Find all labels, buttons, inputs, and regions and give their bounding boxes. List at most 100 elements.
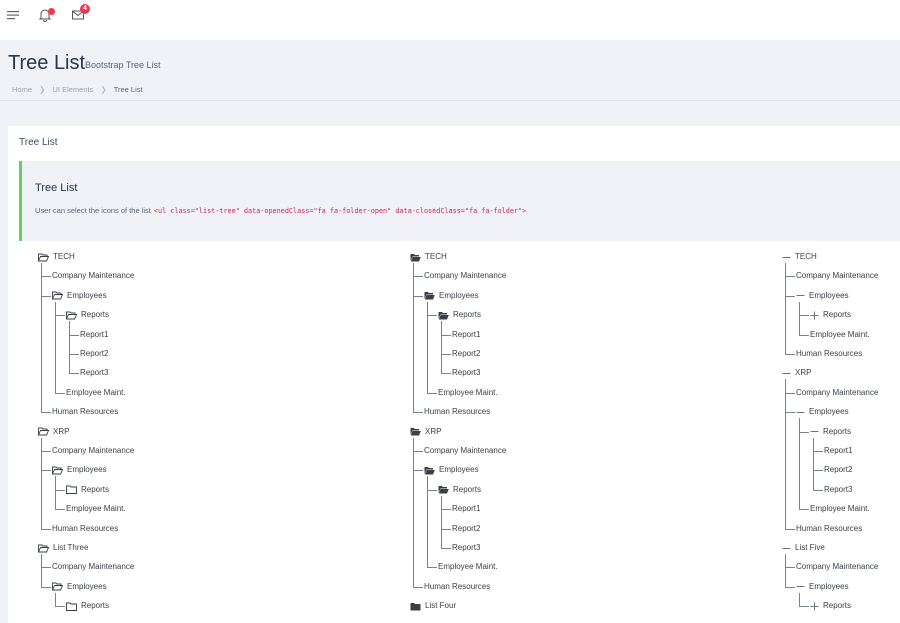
folder-open-icon[interactable] <box>52 466 67 475</box>
tree-node-xrp[interactable]: XRP <box>38 426 69 438</box>
folder-open-icon[interactable] <box>410 427 425 436</box>
tree-node-label: Employee Maint. <box>66 504 126 514</box>
breadcrumb-ui-elements[interactable]: UI Elements <box>53 85 94 94</box>
tree-node-human-resources[interactable]: Human Resources <box>796 348 862 360</box>
tree-connector-tick <box>41 528 51 530</box>
tree-node-employees[interactable]: Employees <box>796 290 849 302</box>
folder-icon[interactable] <box>66 485 81 495</box>
tree-node-employees[interactable]: Employees <box>424 290 479 302</box>
tree-node-report3[interactable]: Report3 <box>824 484 852 496</box>
tree-node-label: Employee Maint. <box>438 562 498 572</box>
tree-node-employee-maint[interactable]: Employee Maint. <box>66 387 126 399</box>
tree-node-company-maintenance[interactable]: Company Maintenance <box>796 561 878 573</box>
tree-node-label: Reports <box>81 484 110 494</box>
tree-node-tech[interactable]: TECH <box>782 251 817 263</box>
tree-node-tech[interactable]: TECH <box>38 251 75 263</box>
collapse-minus-icon[interactable] <box>782 544 795 553</box>
tree-node-company-maintenance[interactable]: Company Maintenance <box>52 270 134 282</box>
tree-node-company-maintenance[interactable]: Company Maintenance <box>796 270 878 282</box>
collapse-minus-icon[interactable] <box>796 582 809 591</box>
folder-open-icon[interactable] <box>438 311 453 320</box>
tree-node-report1[interactable]: Report1 <box>452 503 480 515</box>
tree-node-report2[interactable]: Report2 <box>824 464 852 476</box>
folder-open-icon[interactable] <box>424 466 439 475</box>
tree-node-report3[interactable]: Report3 <box>80 367 108 379</box>
folder-open-icon[interactable] <box>438 485 453 494</box>
collapse-minus-icon[interactable] <box>810 427 823 436</box>
tree-node-report2[interactable]: Report2 <box>452 523 480 535</box>
folder-open-icon[interactable] <box>38 544 53 553</box>
folder-open-icon[interactable] <box>52 291 67 300</box>
tree-node-employees[interactable]: Employees <box>424 464 479 476</box>
tree-node-report1[interactable]: Report1 <box>824 445 852 457</box>
tree-node-list-four[interactable]: List Four <box>410 600 456 612</box>
tree-node-list-five[interactable]: List Five <box>782 542 825 554</box>
tree-node-employee-maint[interactable]: Employee Maint. <box>438 561 498 573</box>
tree-node-reports[interactable]: Reports <box>66 484 109 496</box>
folder-open-icon[interactable] <box>52 582 67 591</box>
folder-open-icon[interactable] <box>410 253 425 262</box>
hamburger-icon[interactable] <box>6 8 24 26</box>
tree-node-report2[interactable]: Report2 <box>80 348 108 360</box>
collapse-minus-icon[interactable] <box>782 369 795 378</box>
folder-open-icon[interactable] <box>38 253 53 262</box>
tree-node-employees[interactable]: Employees <box>52 290 107 302</box>
folder-open-icon[interactable] <box>66 311 81 320</box>
tree-connector-tick <box>413 451 423 452</box>
collapse-minus-icon[interactable] <box>782 253 795 262</box>
tree-node-label: Report1 <box>452 329 481 339</box>
tree-node-company-maintenance[interactable]: Company Maintenance <box>424 445 506 457</box>
tree-node-employees[interactable]: Employees <box>52 464 107 476</box>
tree-connector-line <box>413 437 414 588</box>
tree-node-human-resources[interactable]: Human Resources <box>52 523 118 535</box>
tree-node-employee-maint[interactable]: Employee Maint. <box>810 503 870 515</box>
tree-node-xrp[interactable]: XRP <box>410 426 441 438</box>
tree-node-reports[interactable]: Reports <box>810 309 851 321</box>
tree-node-report3[interactable]: Report3 <box>452 367 480 379</box>
tree-node-company-maintenance[interactable]: Company Maintenance <box>424 270 506 282</box>
tree-node-reports[interactable]: Reports <box>438 309 481 321</box>
collapse-minus-icon[interactable] <box>796 291 809 300</box>
tree-node-employees[interactable]: Employees <box>796 581 849 593</box>
tree-connector-tick <box>413 276 423 278</box>
page-subtitle: Bootstrap Tree List <box>85 60 161 70</box>
tree-node-human-resources[interactable]: Human Resources <box>424 581 490 593</box>
folder-icon[interactable] <box>66 602 81 611</box>
tree-node-reports[interactable]: Reports <box>66 600 109 612</box>
tree-node-employee-maint[interactable]: Employee Maint. <box>438 387 498 399</box>
tree-node-employees[interactable]: Employees <box>796 406 849 418</box>
tree-node-report1[interactable]: Report1 <box>452 329 480 341</box>
tree-node-company-maintenance[interactable]: Company Maintenance <box>52 445 134 457</box>
tree-node-company-maintenance[interactable]: Company Maintenance <box>796 387 878 399</box>
tree-node-report1[interactable]: Report1 <box>80 329 108 341</box>
tree-node-report3[interactable]: Report3 <box>452 542 480 554</box>
folder-open-icon[interactable] <box>424 291 439 300</box>
tree-node-list-three[interactable]: List Three <box>38 542 88 554</box>
expand-plus-icon[interactable] <box>810 602 823 611</box>
tree-node-human-resources[interactable]: Human Resources <box>52 406 118 418</box>
tree-node-reports[interactable]: Reports <box>810 600 851 612</box>
tree-connector-line <box>785 554 786 588</box>
tree-connector-tick <box>55 392 65 394</box>
tree-node-report2[interactable]: Report2 <box>452 348 480 360</box>
tree-connector-line <box>41 263 42 413</box>
tree-node-tech[interactable]: TECH <box>410 251 447 263</box>
tree-node-reports[interactable]: Reports <box>66 309 109 321</box>
tree-node-employee-maint[interactable]: Employee Maint. <box>810 329 870 341</box>
breadcrumb-home[interactable]: Home <box>12 85 32 94</box>
folder-open-icon[interactable] <box>38 427 53 436</box>
tree-node-human-resources[interactable]: Human Resources <box>424 406 490 418</box>
expand-plus-icon[interactable] <box>810 311 823 320</box>
tree-node-reports[interactable]: Reports <box>438 484 481 496</box>
tree-connector-line <box>41 554 42 588</box>
tree-node-label: Report2 <box>452 349 481 358</box>
tree-node-employees[interactable]: Employees <box>52 581 107 593</box>
tree-node-human-resources[interactable]: Human Resources <box>796 523 862 535</box>
tree-node-reports[interactable]: Reports <box>810 426 851 438</box>
collapse-minus-icon[interactable] <box>796 408 809 417</box>
tree-node-xrp[interactable]: XRP <box>782 367 811 379</box>
tree-node-company-maintenance[interactable]: Company Maintenance <box>52 561 134 573</box>
tree-node-label: Human Resources <box>52 523 119 533</box>
tree-node-employee-maint[interactable]: Employee Maint. <box>66 503 126 515</box>
folder-icon[interactable] <box>410 602 425 611</box>
